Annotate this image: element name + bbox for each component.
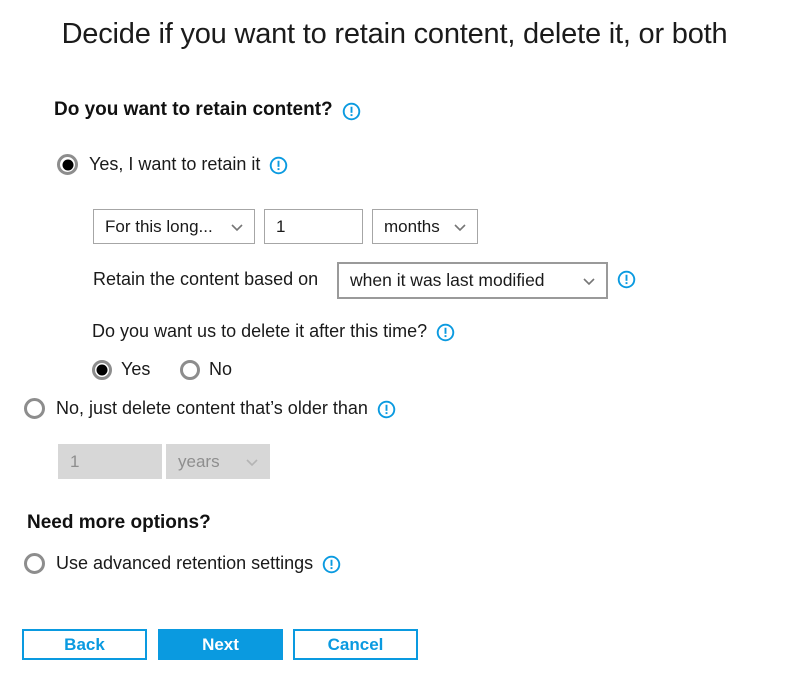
duration-amount-input[interactable]: 1 — [264, 209, 363, 244]
chevron-down-icon — [231, 223, 243, 231]
based-on-value: when it was last modified — [350, 270, 545, 290]
radio-option-delete-after-yes[interactable]: Yes — [92, 359, 150, 380]
chevron-down-icon — [454, 223, 466, 231]
info-icon[interactable] — [377, 400, 396, 419]
duration-unit-value: months — [384, 216, 440, 236]
delete-older-unit-select: years — [166, 444, 270, 479]
delete-older-amount-input: 1 — [58, 444, 162, 479]
radio-delete-after-no[interactable] — [180, 359, 200, 380]
cancel-button[interactable]: Cancel — [293, 629, 418, 660]
duration-type-select[interactable]: For this long... — [93, 209, 255, 244]
radio-option-retain-yes[interactable]: Yes, I want to retain it — [57, 154, 288, 175]
radio-advanced-retention[interactable] — [24, 553, 45, 574]
page-title: Decide if you want to retain content, de… — [61, 18, 728, 50]
info-icon[interactable] — [322, 555, 341, 574]
delete-after-question-label: Do you want us to delete it after this t… — [92, 321, 428, 341]
radio-option-advanced-retention[interactable]: Use advanced retention settings — [24, 553, 341, 574]
need-more-options-heading-label: Need more options? — [27, 512, 211, 533]
info-icon[interactable] — [617, 270, 636, 289]
duration-type-value: For this long... — [105, 216, 213, 236]
duration-unit-select[interactable]: months — [372, 209, 478, 244]
radio-delete-after-yes[interactable] — [92, 359, 112, 380]
based-on-select[interactable]: when it was last modified — [337, 262, 608, 299]
radio-advanced-retention-label: Use advanced retention settings — [56, 553, 314, 573]
info-icon[interactable] — [269, 156, 288, 175]
info-icon[interactable] — [342, 102, 361, 121]
delete-after-question: Do you want us to delete it after this t… — [92, 321, 455, 342]
back-button[interactable]: Back — [22, 629, 147, 660]
chevron-down-icon — [583, 277, 595, 285]
radio-option-delete-older[interactable]: No, just delete content that’s older tha… — [24, 398, 396, 419]
retain-content-heading: Do you want to retain content? — [54, 99, 361, 121]
radio-option-delete-after-no[interactable]: No — [180, 359, 232, 380]
duration-amount-value: 1 — [276, 216, 286, 236]
radio-delete-older[interactable] — [24, 398, 45, 419]
need-more-options-heading: Need more options? — [27, 512, 211, 534]
radio-delete-after-no-label: No — [209, 359, 233, 379]
retain-content-heading-label: Do you want to retain content? — [54, 99, 333, 120]
radio-delete-older-label: No, just delete content that’s older tha… — [56, 398, 368, 418]
next-button[interactable]: Next — [158, 629, 283, 660]
delete-older-unit-value: years — [178, 451, 220, 471]
delete-older-amount-value: 1 — [70, 451, 80, 471]
chevron-down-icon — [246, 458, 258, 466]
radio-delete-after-yes-label: Yes — [121, 359, 151, 379]
radio-retain-yes-label: Yes, I want to retain it — [89, 154, 261, 174]
radio-retain-yes[interactable] — [57, 154, 78, 175]
info-icon[interactable] — [436, 323, 455, 342]
based-on-label: Retain the content based on — [93, 269, 319, 289]
